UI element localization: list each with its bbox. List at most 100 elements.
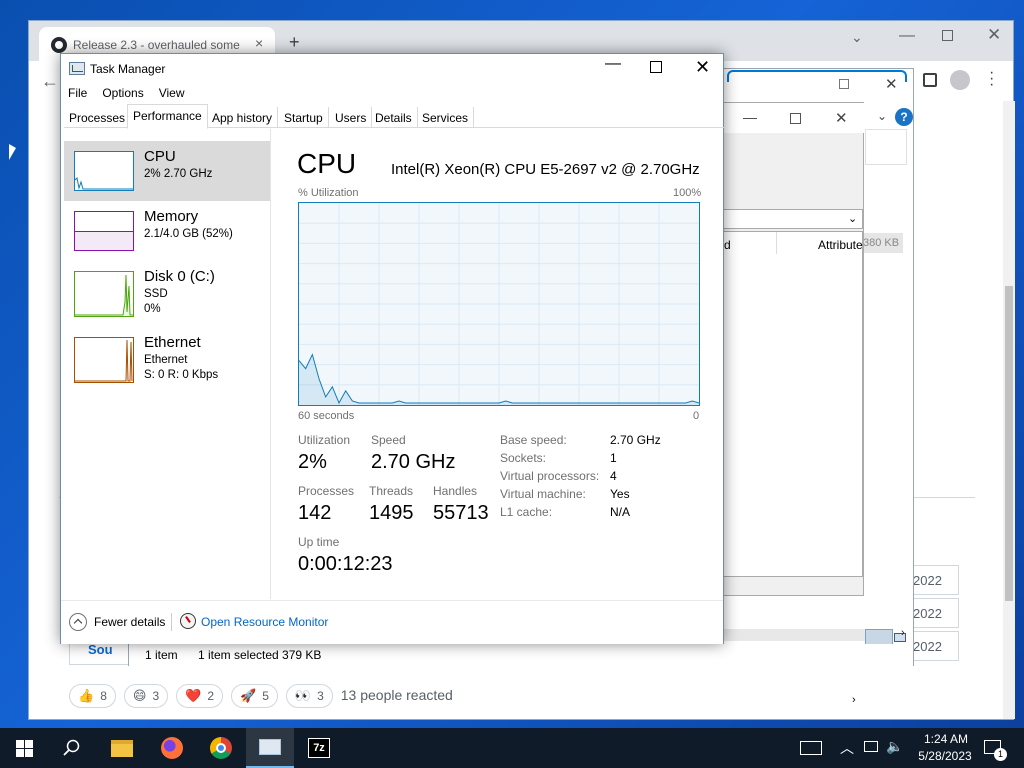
new-tab-button[interactable]: +: [289, 33, 300, 51]
status-item-count: 1 item: [145, 648, 178, 662]
clock-time[interactable]: 1:24 AM: [916, 732, 976, 746]
maximize-icon[interactable]: [650, 61, 662, 73]
reaction-laugh[interactable]: 😄 3: [123, 684, 169, 708]
profile-avatar-icon[interactable]: [950, 70, 970, 90]
resource-memory[interactable]: Memory 2.1/4.0 GB (52%): [64, 201, 270, 261]
virtual-processors-value: 4: [610, 469, 617, 483]
props-hscroll-right-icon[interactable]: ›: [852, 694, 856, 706]
open-resource-monitor-link[interactable]: Open Resource Monitor: [201, 615, 328, 629]
resource-name: CPU: [144, 148, 176, 165]
virtual-machine-label: Virtual machine:: [500, 487, 586, 501]
reaction-rocket[interactable]: 🚀 5: [231, 684, 278, 708]
tab-services[interactable]: Services: [417, 107, 475, 128]
browser-minimize-icon[interactable]: —: [899, 27, 915, 45]
back-arrow-icon[interactable]: ←: [41, 71, 59, 92]
volume-muted-icon[interactable]: 🔈: [886, 738, 903, 755]
sidebar-toggle-icon[interactable]: [923, 73, 937, 87]
tab-performance[interactable]: Performance: [127, 104, 208, 129]
fewer-details-button[interactable]: Fewer details: [94, 615, 165, 629]
browser-tab-title: Release 2.3 - overhauled some st: [73, 38, 241, 52]
column-fragment: d: [724, 238, 731, 252]
attributes-column-header[interactable]: Attribute: [818, 238, 863, 252]
taskbar-file-explorer[interactable]: [98, 728, 146, 768]
collapse-chevron-icon[interactable]: [69, 613, 87, 631]
page-scrollbar[interactable]: [1003, 101, 1015, 719]
browser-close-icon[interactable]: ✕: [987, 25, 1001, 45]
chrome-icon: [210, 737, 232, 759]
tab-strip: Processes Performance App history Startu…: [64, 104, 724, 129]
resource-detail-2: S: 0 R: 0 Kbps: [144, 369, 219, 381]
reaction-heart[interactable]: ❤️ 2: [176, 684, 223, 708]
sockets-value: 1: [610, 451, 617, 465]
threads-label: Threads: [369, 484, 414, 498]
explorer-focus-outline: [727, 70, 907, 82]
taskbar: 7z ︿ 🔈 1:24 AM 5/28/2023 1: [0, 728, 1024, 768]
network-icon[interactable]: [864, 741, 878, 752]
search-button[interactable]: [48, 728, 96, 768]
explorer-status-bar: 1 item 1 item selected 379 KB: [129, 644, 913, 666]
hscroll-right-arrow-icon[interactable]: ›: [901, 627, 905, 639]
tab-startup[interactable]: Startup: [279, 107, 329, 128]
tab-close-icon[interactable]: ×: [255, 35, 263, 51]
taskbar-firefox[interactable]: [148, 728, 196, 768]
tab-processes[interactable]: Processes: [64, 107, 132, 128]
close-icon[interactable]: ✕: [695, 57, 710, 78]
props-maximize-icon[interactable]: [790, 113, 801, 124]
help-icon[interactable]: ?: [895, 108, 913, 126]
props-close-icon[interactable]: ✕: [835, 109, 848, 127]
tab-details[interactable]: Details: [370, 107, 418, 128]
footer-separator: [171, 613, 172, 631]
search-box[interactable]: [865, 129, 907, 165]
menu-file[interactable]: File: [61, 84, 95, 104]
tab-users[interactable]: Users: [330, 107, 373, 128]
menu-options[interactable]: Options: [95, 84, 151, 104]
props-dropdown[interactable]: ⌄: [723, 209, 863, 229]
thumbs-up-icon: 👍: [78, 688, 95, 703]
scrollbar-thumb[interactable]: [1005, 286, 1013, 601]
graph-x-left-label: 60 seconds: [298, 410, 355, 422]
expand-ribbon-icon[interactable]: ⌄: [877, 109, 887, 123]
clock-date[interactable]: 5/28/2023: [910, 749, 980, 763]
l1-cache-label: L1 cache:: [500, 505, 553, 519]
resource-detail: 2.1/4.0 GB (52%): [144, 228, 233, 240]
resource-name: Disk 0 (C:): [144, 268, 215, 285]
handles-label: Handles: [433, 484, 478, 498]
taskbar-task-manager[interactable]: [246, 728, 294, 768]
taskbar-chrome[interactable]: [197, 728, 245, 768]
tray-chevron-icon[interactable]: ︿: [840, 738, 854, 758]
explorer-close-icon[interactable]: ✕: [885, 75, 898, 93]
dropdown-chevron-icon: ⌄: [848, 213, 858, 225]
properties-dialog: — ✕ ⌄ d Attribute ›: [722, 102, 865, 706]
props-minimize-icon[interactable]: —: [743, 109, 757, 125]
utilization-label: Utilization: [298, 433, 351, 447]
resource-cpu[interactable]: CPU 2% 2.70 GHz: [64, 141, 270, 201]
explorer-maximize-icon[interactable]: [839, 79, 849, 89]
base-speed-value: 2.70 GHz: [610, 433, 661, 447]
resource-name: Memory: [144, 208, 199, 225]
resource-disk[interactable]: Disk 0 (C:) SSD 0%: [64, 261, 270, 321]
browser-menu-icon[interactable]: · · ·: [989, 65, 994, 93]
taskbar-7zip[interactable]: 7z: [295, 728, 343, 768]
resource-detail-2: 0%: [144, 303, 161, 315]
task-manager-titlebar[interactable]: Task Manager — ✕: [61, 54, 723, 84]
reacted-summary: 13 people reacted: [340, 687, 453, 703]
tab-search-chevron-icon[interactable]: ⌄: [851, 29, 863, 46]
start-button[interactable]: [0, 728, 48, 768]
reaction-count: 5: [262, 689, 269, 703]
resource-sidebar: CPU 2% 2.70 GHz Memory 2.1/4.0 GB (52%) …: [61, 129, 271, 599]
window-title: Task Manager: [90, 62, 166, 76]
tab-app-history[interactable]: App history: [207, 107, 279, 128]
browser-maximize-icon[interactable]: [942, 30, 953, 41]
uptime-label: Up time: [298, 535, 340, 549]
reactions-bar: 👍 8 😄 3 ❤️ 2 🚀 5 👀 3 13 people reacted: [69, 684, 453, 708]
menu-bar: File Options View: [61, 84, 723, 104]
reaction-eyes[interactable]: 👀 3: [285, 684, 333, 708]
resource-ethernet[interactable]: Ethernet Ethernet S: 0 R: 0 Kbps: [64, 327, 270, 387]
reaction-thumbs-up[interactable]: 👍 8: [69, 684, 116, 708]
column-separator[interactable]: [776, 232, 777, 254]
menu-view[interactable]: View: [152, 84, 193, 104]
panel-heading: CPU: [297, 148, 357, 179]
l1-cache-value: N/A: [610, 505, 631, 519]
minimize-icon[interactable]: —: [605, 55, 621, 73]
keyboard-icon[interactable]: [800, 741, 822, 755]
